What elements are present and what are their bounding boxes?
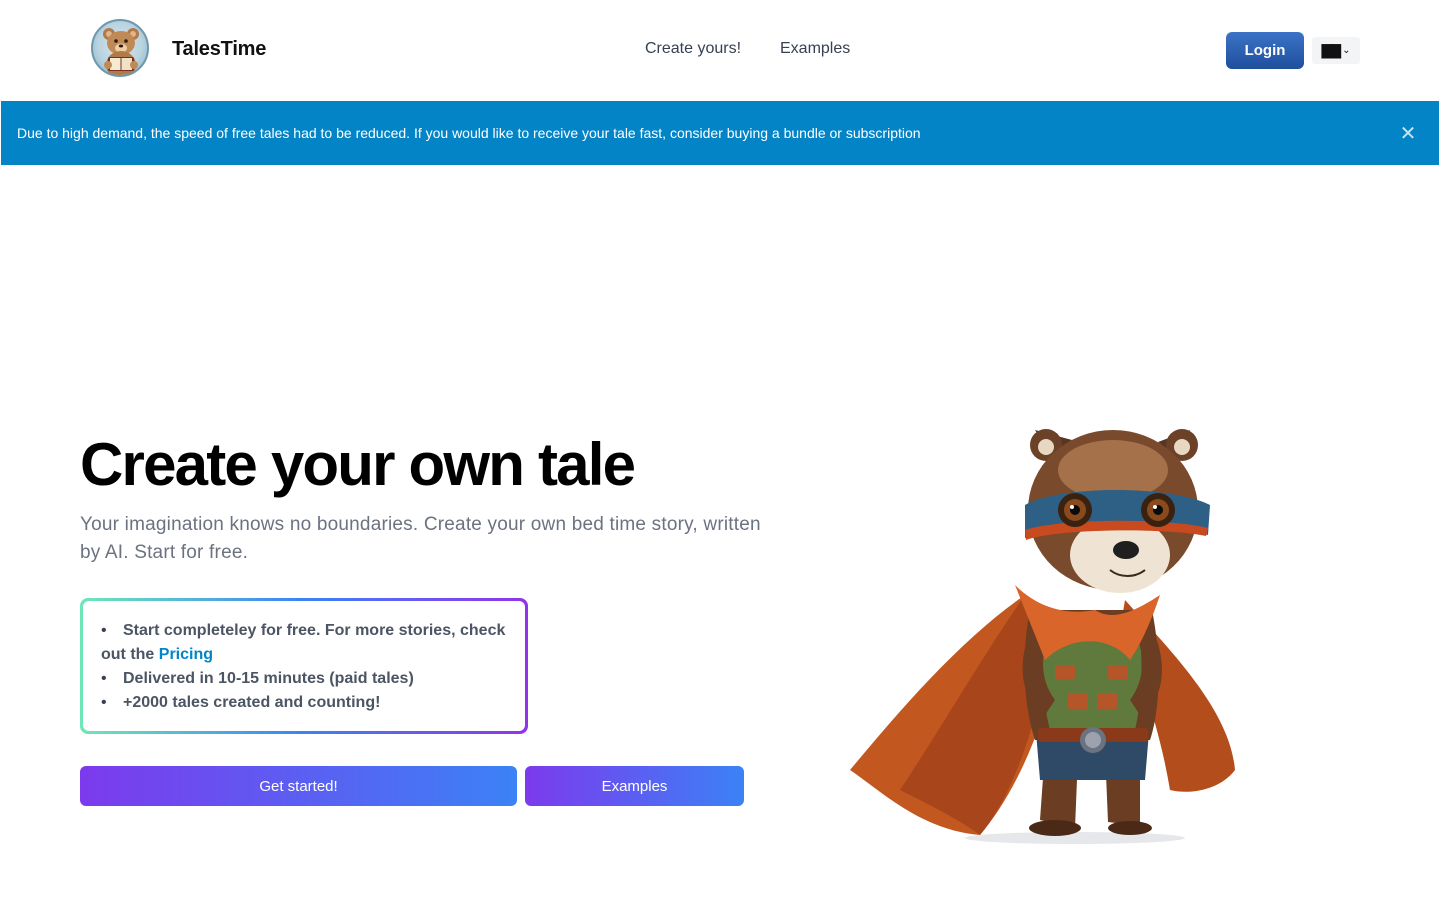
- site-header: TalesTime Create yours! Examples Login ▇…: [0, 0, 1440, 100]
- feature-text: +2000 tales created and counting!: [123, 694, 381, 711]
- feature-box: • Start completeley for free. For more st…: [80, 598, 528, 734]
- feature-text: Delivered in 10-15 minutes (paid tales): [123, 670, 414, 687]
- language-select[interactable]: ▇▇ ⌄: [1312, 37, 1360, 64]
- feature-item: • +2000 tales created and counting!: [101, 691, 509, 715]
- raccoon-hero-illustration: [840, 410, 1260, 850]
- login-button[interactable]: Login: [1226, 32, 1304, 69]
- bear-logo-icon[interactable]: [91, 19, 149, 77]
- nav-examples[interactable]: Examples: [780, 40, 850, 58]
- bullet: •: [101, 622, 107, 639]
- chevron-down-icon: ⌄: [1342, 45, 1351, 56]
- hero-title: Create your own tale: [80, 431, 636, 498]
- bullet: •: [101, 670, 107, 687]
- close-icon[interactable]: ✕: [1397, 121, 1419, 145]
- notice-banner: Due to high demand, the speed of free ta…: [1, 101, 1439, 165]
- examples-button[interactable]: Examples: [525, 766, 744, 806]
- hero-subtitle: Your imagination knows no boundaries. Cr…: [80, 514, 761, 563]
- feature-item: • Start completeley for free. For more st…: [101, 619, 509, 667]
- brand-name[interactable]: TalesTime: [172, 38, 266, 61]
- flag-icon: ▇▇: [1321, 42, 1341, 59]
- feature-box-inner: • Start completeley for free. For more st…: [83, 601, 525, 731]
- banner-message: Due to high demand, the speed of free ta…: [17, 125, 921, 141]
- bullet: •: [101, 694, 107, 711]
- get-started-button[interactable]: Get started!: [80, 766, 517, 806]
- pricing-link[interactable]: Pricing: [159, 646, 213, 663]
- feature-item: • Delivered in 10-15 minutes (paid tales): [101, 667, 509, 691]
- nav-create-yours[interactable]: Create yours!: [645, 40, 741, 58]
- feature-list: • Start completeley for free. For more st…: [101, 619, 509, 715]
